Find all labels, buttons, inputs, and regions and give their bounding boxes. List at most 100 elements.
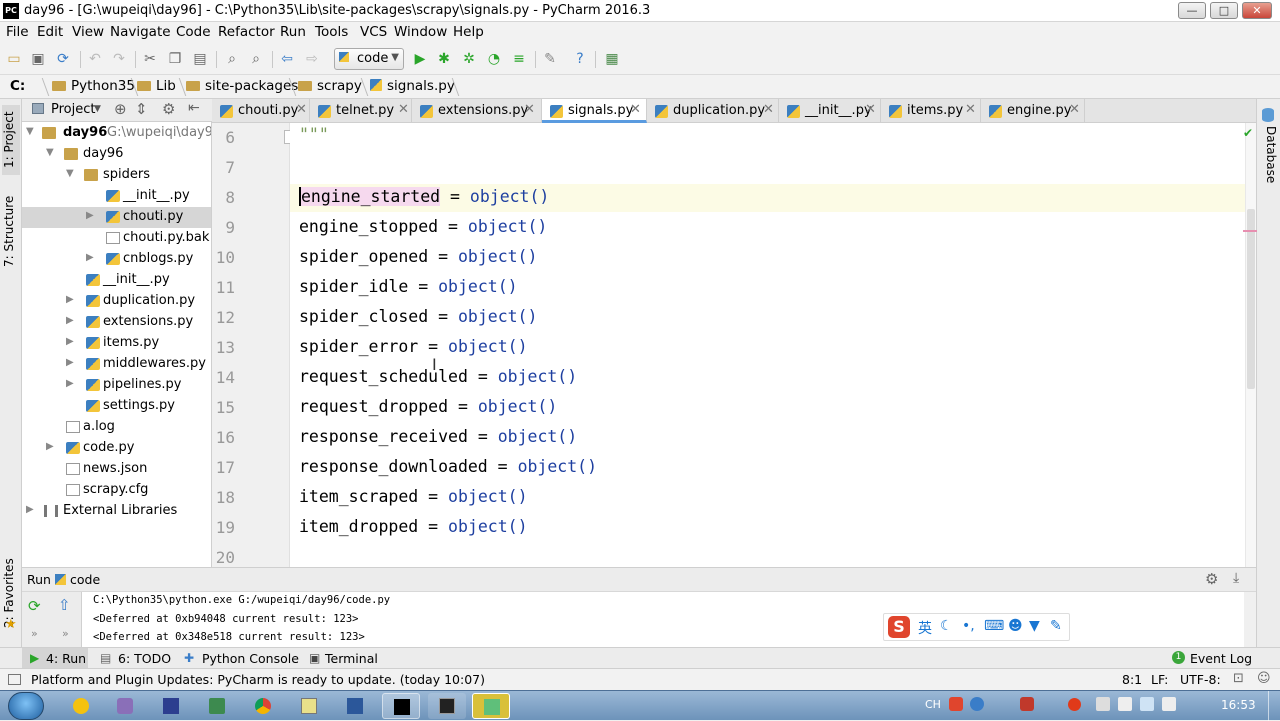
- menu-window[interactable]: Window: [394, 24, 447, 40]
- language-indicator[interactable]: CH: [925, 698, 941, 711]
- toggle-tool-windows-icon[interactable]: [8, 674, 21, 685]
- flag-icon[interactable]: [1140, 697, 1154, 711]
- tab-database-tool[interactable]: Database: [1260, 125, 1278, 185]
- tree-item-duplication[interactable]: ▶ duplication.py: [22, 291, 211, 312]
- tree-item-chouti[interactable]: ▶ chouti.py: [22, 207, 211, 228]
- menu-tools[interactable]: Tools: [315, 24, 348, 40]
- tab-project-tool[interactable]: 1: Project: [2, 105, 20, 175]
- settings-icon[interactable]: ✎: [542, 51, 558, 67]
- inspector-icon[interactable]: ☺: [1257, 671, 1271, 686]
- rerun-icon[interactable]: ⟳: [28, 597, 41, 615]
- menu-view[interactable]: View: [72, 24, 104, 40]
- menu-file[interactable]: File: [6, 24, 29, 40]
- run-config-select[interactable]: code ▼: [334, 48, 404, 70]
- breadcrumb-site-packages[interactable]: site-packages: [186, 78, 298, 94]
- tab-structure-tool[interactable]: 7: Structure: [2, 191, 20, 271]
- tree-item-items[interactable]: ▶ items.py: [22, 333, 211, 354]
- run-config-tab[interactable]: code: [70, 572, 100, 587]
- status-message[interactable]: Platform and Plugin Updates: PyCharm is …: [31, 672, 485, 687]
- menu-code[interactable]: Code: [176, 24, 211, 40]
- taskbar-app-pycharm[interactable]: [382, 693, 420, 719]
- redo-icon[interactable]: ↷: [111, 51, 127, 67]
- hide-panel-icon[interactable]: ⇤: [188, 100, 200, 116]
- taskbar-app-chrome[interactable]: [244, 693, 282, 719]
- more-icon[interactable]: »: [31, 627, 38, 640]
- profile-icon[interactable]: ◔: [486, 51, 502, 67]
- menu-vcs[interactable]: VCS: [360, 24, 387, 40]
- menu-run[interactable]: Run: [280, 24, 306, 40]
- find-icon[interactable]: ⌕: [224, 51, 240, 67]
- tab-signals[interactable]: signals.py ✕: [542, 99, 647, 123]
- tree-item-spiders-init[interactable]: __init__.py: [22, 186, 211, 207]
- more-icon[interactable]: »: [62, 627, 69, 640]
- tray-icon[interactable]: [1068, 698, 1081, 711]
- breadcrumb-lib[interactable]: Lib: [137, 78, 176, 94]
- open-icon[interactable]: ▭: [6, 51, 22, 67]
- taskbar-app-word[interactable]: [336, 693, 374, 719]
- run-icon[interactable]: ▶: [412, 51, 428, 67]
- user-icon[interactable]: ☻: [1008, 618, 1023, 634]
- scroll-up-icon[interactable]: ⇧: [58, 596, 71, 614]
- target-icon[interactable]: ⊕: [114, 100, 127, 118]
- breadcrumb-scrapy[interactable]: scrapy: [298, 78, 362, 94]
- tab-engine[interactable]: engine.py ✕: [981, 99, 1085, 123]
- tray-icon[interactable]: [1096, 697, 1110, 711]
- start-button[interactable]: [8, 692, 44, 720]
- tab-event-log-tool[interactable]: 1 Event Log: [1170, 648, 1254, 669]
- cut-icon[interactable]: ✂: [142, 51, 158, 67]
- tree-item-code[interactable]: ▶ code.py: [22, 438, 211, 459]
- taskbar-app-tool[interactable]: [198, 693, 236, 719]
- project-panel-title[interactable]: Project: [51, 102, 95, 117]
- lock-icon[interactable]: ⊡: [1233, 671, 1244, 686]
- show-desktop-button[interactable]: [1268, 691, 1280, 721]
- python-console-icon[interactable]: ▦: [604, 51, 620, 67]
- tab-run-tool[interactable]: ▶ 4: Run: [22, 648, 88, 669]
- tree-item-news-json[interactable]: news.json: [22, 459, 211, 480]
- maximize-button[interactable]: □: [1210, 2, 1238, 19]
- taskbar-app-explorer[interactable]: [106, 693, 144, 719]
- back-icon[interactable]: ⇦: [279, 51, 295, 67]
- punctuation-icon[interactable]: •,: [962, 618, 975, 634]
- volume-icon[interactable]: [1162, 697, 1176, 711]
- tray-icon[interactable]: [1020, 697, 1034, 711]
- breadcrumb-file[interactable]: signals.py: [370, 78, 455, 94]
- tree-item-cnblogs[interactable]: ▶ cnblogs.py: [22, 249, 211, 270]
- tree-item-settings[interactable]: settings.py: [22, 396, 211, 417]
- coverage-icon[interactable]: ✲: [461, 51, 477, 67]
- tree-item-day96[interactable]: ▼ day96: [22, 144, 211, 165]
- tab-extensions[interactable]: extensions.py ✕: [412, 99, 542, 123]
- menu-navigate[interactable]: Navigate: [110, 24, 171, 40]
- taskbar-app-active[interactable]: [472, 693, 510, 719]
- debug-icon[interactable]: ✱: [436, 51, 452, 67]
- copy-icon[interactable]: ❐: [167, 51, 183, 67]
- file-encoding[interactable]: UTF-8:: [1180, 672, 1221, 687]
- stop-icon[interactable]: ≡: [511, 51, 527, 67]
- help-tray-icon[interactable]: [970, 697, 984, 711]
- menu-refactor[interactable]: Refactor: [218, 24, 275, 40]
- sogou-tray-icon[interactable]: [949, 697, 963, 711]
- code-editor[interactable]: """ engine_started = object() engine_sto…: [290, 123, 1245, 567]
- tree-item-scrapy-cfg[interactable]: scrapy.cfg: [22, 480, 211, 501]
- collapse-icon[interactable]: ⇕: [135, 100, 148, 118]
- taskbar-app-cmd[interactable]: [428, 693, 466, 719]
- hide-panel-icon[interactable]: ⤓: [1233, 570, 1239, 586]
- tab-telnet[interactable]: telnet.py ✕: [310, 99, 412, 123]
- tree-item-chouti-bak[interactable]: chouti.py.bak: [22, 228, 211, 249]
- line-separator[interactable]: LF:: [1151, 672, 1168, 687]
- tree-item-pipelines[interactable]: ▶ pipelines.py: [22, 375, 211, 396]
- save-icon[interactable]: ▣: [30, 51, 46, 67]
- network-icon[interactable]: [1118, 697, 1132, 711]
- breadcrumb-drive[interactable]: C:: [10, 78, 25, 94]
- caret-position[interactable]: 8:1: [1122, 672, 1142, 687]
- skin-icon[interactable]: ▼: [1029, 618, 1040, 634]
- tab-todo-tool[interactable]: ▤ 6: TODO: [96, 648, 176, 669]
- chevron-down-icon[interactable]: ▼: [94, 104, 101, 114]
- tree-item-a-log[interactable]: a.log: [22, 417, 211, 438]
- undo-icon[interactable]: ↶: [87, 51, 103, 67]
- minimize-button[interactable]: —: [1178, 2, 1206, 19]
- tree-item-init[interactable]: __init__.py: [22, 270, 211, 291]
- tree-item-day96-root[interactable]: ▼ day96 G:\wupeiqi\day96: [22, 123, 211, 144]
- gear-icon[interactable]: ⚙: [162, 100, 175, 118]
- paste-icon[interactable]: ▤: [192, 51, 208, 67]
- tab-terminal-tool[interactable]: ▣ Terminal: [307, 648, 387, 669]
